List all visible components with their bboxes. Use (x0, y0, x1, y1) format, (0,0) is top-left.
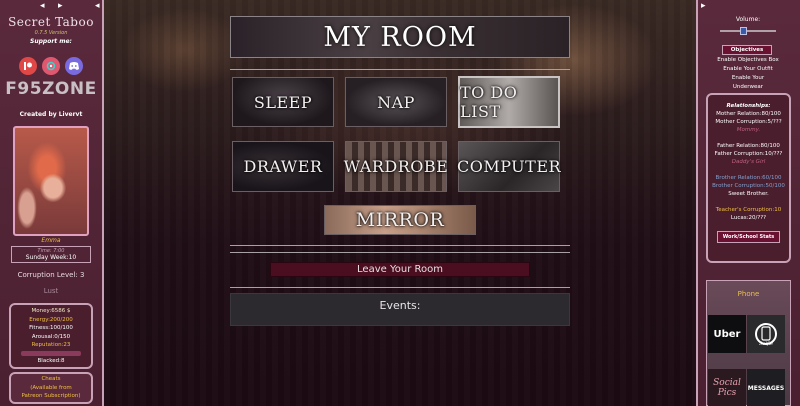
rel-line: Mommy. (736, 127, 761, 133)
selfie-label: Selfie (759, 341, 773, 347)
subscribestar-icon[interactable] (42, 57, 60, 75)
rel-line: Mother Corruption:5/??? (715, 119, 782, 125)
character-portrait (13, 126, 89, 236)
left-sidebar: ◂ ▸ ◂ Secret Taboo 0.7.5 Version Support… (0, 0, 104, 406)
enable-outfit-link[interactable]: Enable Your Outfit (698, 65, 798, 74)
rel-line: Father Corruption:10/??? (714, 151, 783, 157)
lust-label: Lust (43, 287, 59, 295)
character-name: Emma (41, 237, 61, 244)
messages-label: MESSAGES (747, 384, 785, 392)
created-by-label: Created by Livervt (19, 111, 83, 118)
computer-button[interactable]: COMPUTER (457, 141, 561, 192)
stat-fitness: Fitness:100/100 (29, 325, 73, 331)
relationships-title: Relationships: (726, 103, 771, 109)
uber-app-icon[interactable]: Uber (708, 315, 746, 353)
divider (230, 69, 570, 70)
events-title: Events: (379, 299, 421, 312)
leave-room-button[interactable]: Leave Your Room (270, 262, 530, 277)
messages-app-icon[interactable]: MESSAGES (747, 369, 785, 406)
phone-label: Phone (737, 290, 760, 298)
mirror-button[interactable]: MIRROR (324, 205, 476, 235)
events-panel: Events: (230, 293, 570, 326)
enable-underwear-link-cont[interactable]: Underwear (698, 83, 798, 92)
reputation-bar (21, 350, 81, 356)
volume-label: Volume: (735, 16, 761, 23)
corruption-level: Corruption Level: 3 (17, 271, 85, 279)
collapse-right-icon[interactable]: ▸ (701, 1, 706, 11)
page-title: MY ROOM (323, 21, 477, 53)
time-box: Time: 7:00 Sunday Week:10 (11, 246, 91, 263)
todo-list-button[interactable]: TO DO LIST (458, 76, 560, 128)
patreon-icon[interactable] (19, 57, 37, 75)
wardrobe-button[interactable]: WARDROBE (344, 141, 448, 192)
relationships-box: Relationships: Mother Relation:80/100 Mo… (706, 93, 791, 263)
rel-line: Brother Relation:60/100 (715, 175, 782, 181)
rel-line: Father Relation:80/100 (717, 143, 780, 149)
volume-track (720, 30, 776, 32)
sleep-button[interactable]: SLEEP (232, 77, 334, 127)
stat-reputation: Reputation:23 (31, 342, 71, 348)
right-sidebar: ▸ Volume: Objectives Enable Objectives B… (696, 0, 800, 406)
selfie-app-icon[interactable]: Selfie (747, 315, 785, 353)
forward-arrow-icon[interactable]: ▸ (58, 1, 63, 11)
f95zone-logo[interactable]: F95ZONE (0, 79, 102, 99)
social-pics-label: Social Pics (713, 378, 741, 398)
cheats-note-2: Patreon Subscription) (21, 393, 81, 399)
phone-panel: Phone Uber Selfie Social Pics MESSAGES (706, 280, 791, 406)
sidebar-nav: ◂ ▸ ◂ (0, 0, 102, 14)
stat-energy: Energy:200/200 (29, 316, 73, 323)
room-background (104, 0, 696, 406)
discord-icon[interactable] (65, 57, 83, 75)
volume-slider[interactable] (720, 27, 776, 35)
divider (230, 287, 570, 288)
week-label: Sunday Week:10 (25, 254, 77, 261)
cheats-box[interactable]: Cheats (Available from Patreon Subscript… (9, 372, 93, 404)
rel-line: Daddy's Girl (731, 159, 766, 165)
rel-line: Lucas:20/??? (730, 215, 767, 221)
version-label: 0.7.5 Version (34, 30, 68, 36)
stats-box: Money:6586 $ Energy:200/200 Fitness:100/… (9, 303, 93, 369)
divider (230, 252, 570, 253)
divider (230, 245, 570, 246)
rel-line: Sweet Brother. (728, 191, 769, 197)
support-label: Support me: (30, 38, 72, 45)
stat-blacked: Blacked:8 (37, 357, 65, 364)
rel-line: Brother Corruption:50/100 (712, 183, 785, 189)
volume-thumb[interactable] (739, 27, 747, 35)
main-room-view: MY ROOM SLEEP NAP TO DO LIST DRAWER WARD… (104, 0, 696, 406)
title-banner: MY ROOM (230, 16, 570, 58)
rel-line: Mother Relation:80/100 (716, 111, 781, 117)
enable-underwear-link[interactable]: Enable Your (698, 74, 798, 83)
nap-button[interactable]: NAP (345, 77, 447, 127)
enable-objectives-link[interactable]: Enable Objectives Box (698, 56, 798, 65)
work-school-stats-button[interactable]: Work/School Stats (716, 231, 781, 243)
social-icons (0, 57, 102, 75)
options-links: Enable Objectives Box Enable Your Outfit… (698, 56, 798, 92)
uber-label: Uber (713, 328, 741, 340)
cheats-label: Cheats (41, 376, 61, 382)
objectives-button[interactable]: Objectives (722, 45, 772, 55)
selfie-camera-icon: Selfie (755, 323, 777, 347)
game-title: Secret Taboo (8, 15, 94, 29)
cheats-note-1: (Available from (30, 384, 72, 391)
social-pics-app-icon[interactable]: Social Pics (708, 369, 746, 406)
stat-money: Money:6586 $ (31, 308, 71, 314)
collapse-left-icon[interactable]: ◂ (95, 1, 100, 11)
drawer-button[interactable]: DRAWER (232, 141, 334, 192)
back-arrow-icon[interactable]: ◂ (40, 1, 45, 11)
stat-arousal: Arousal:0/150 (31, 333, 71, 340)
rel-line: Teacher's Corruption:10 (715, 207, 782, 213)
